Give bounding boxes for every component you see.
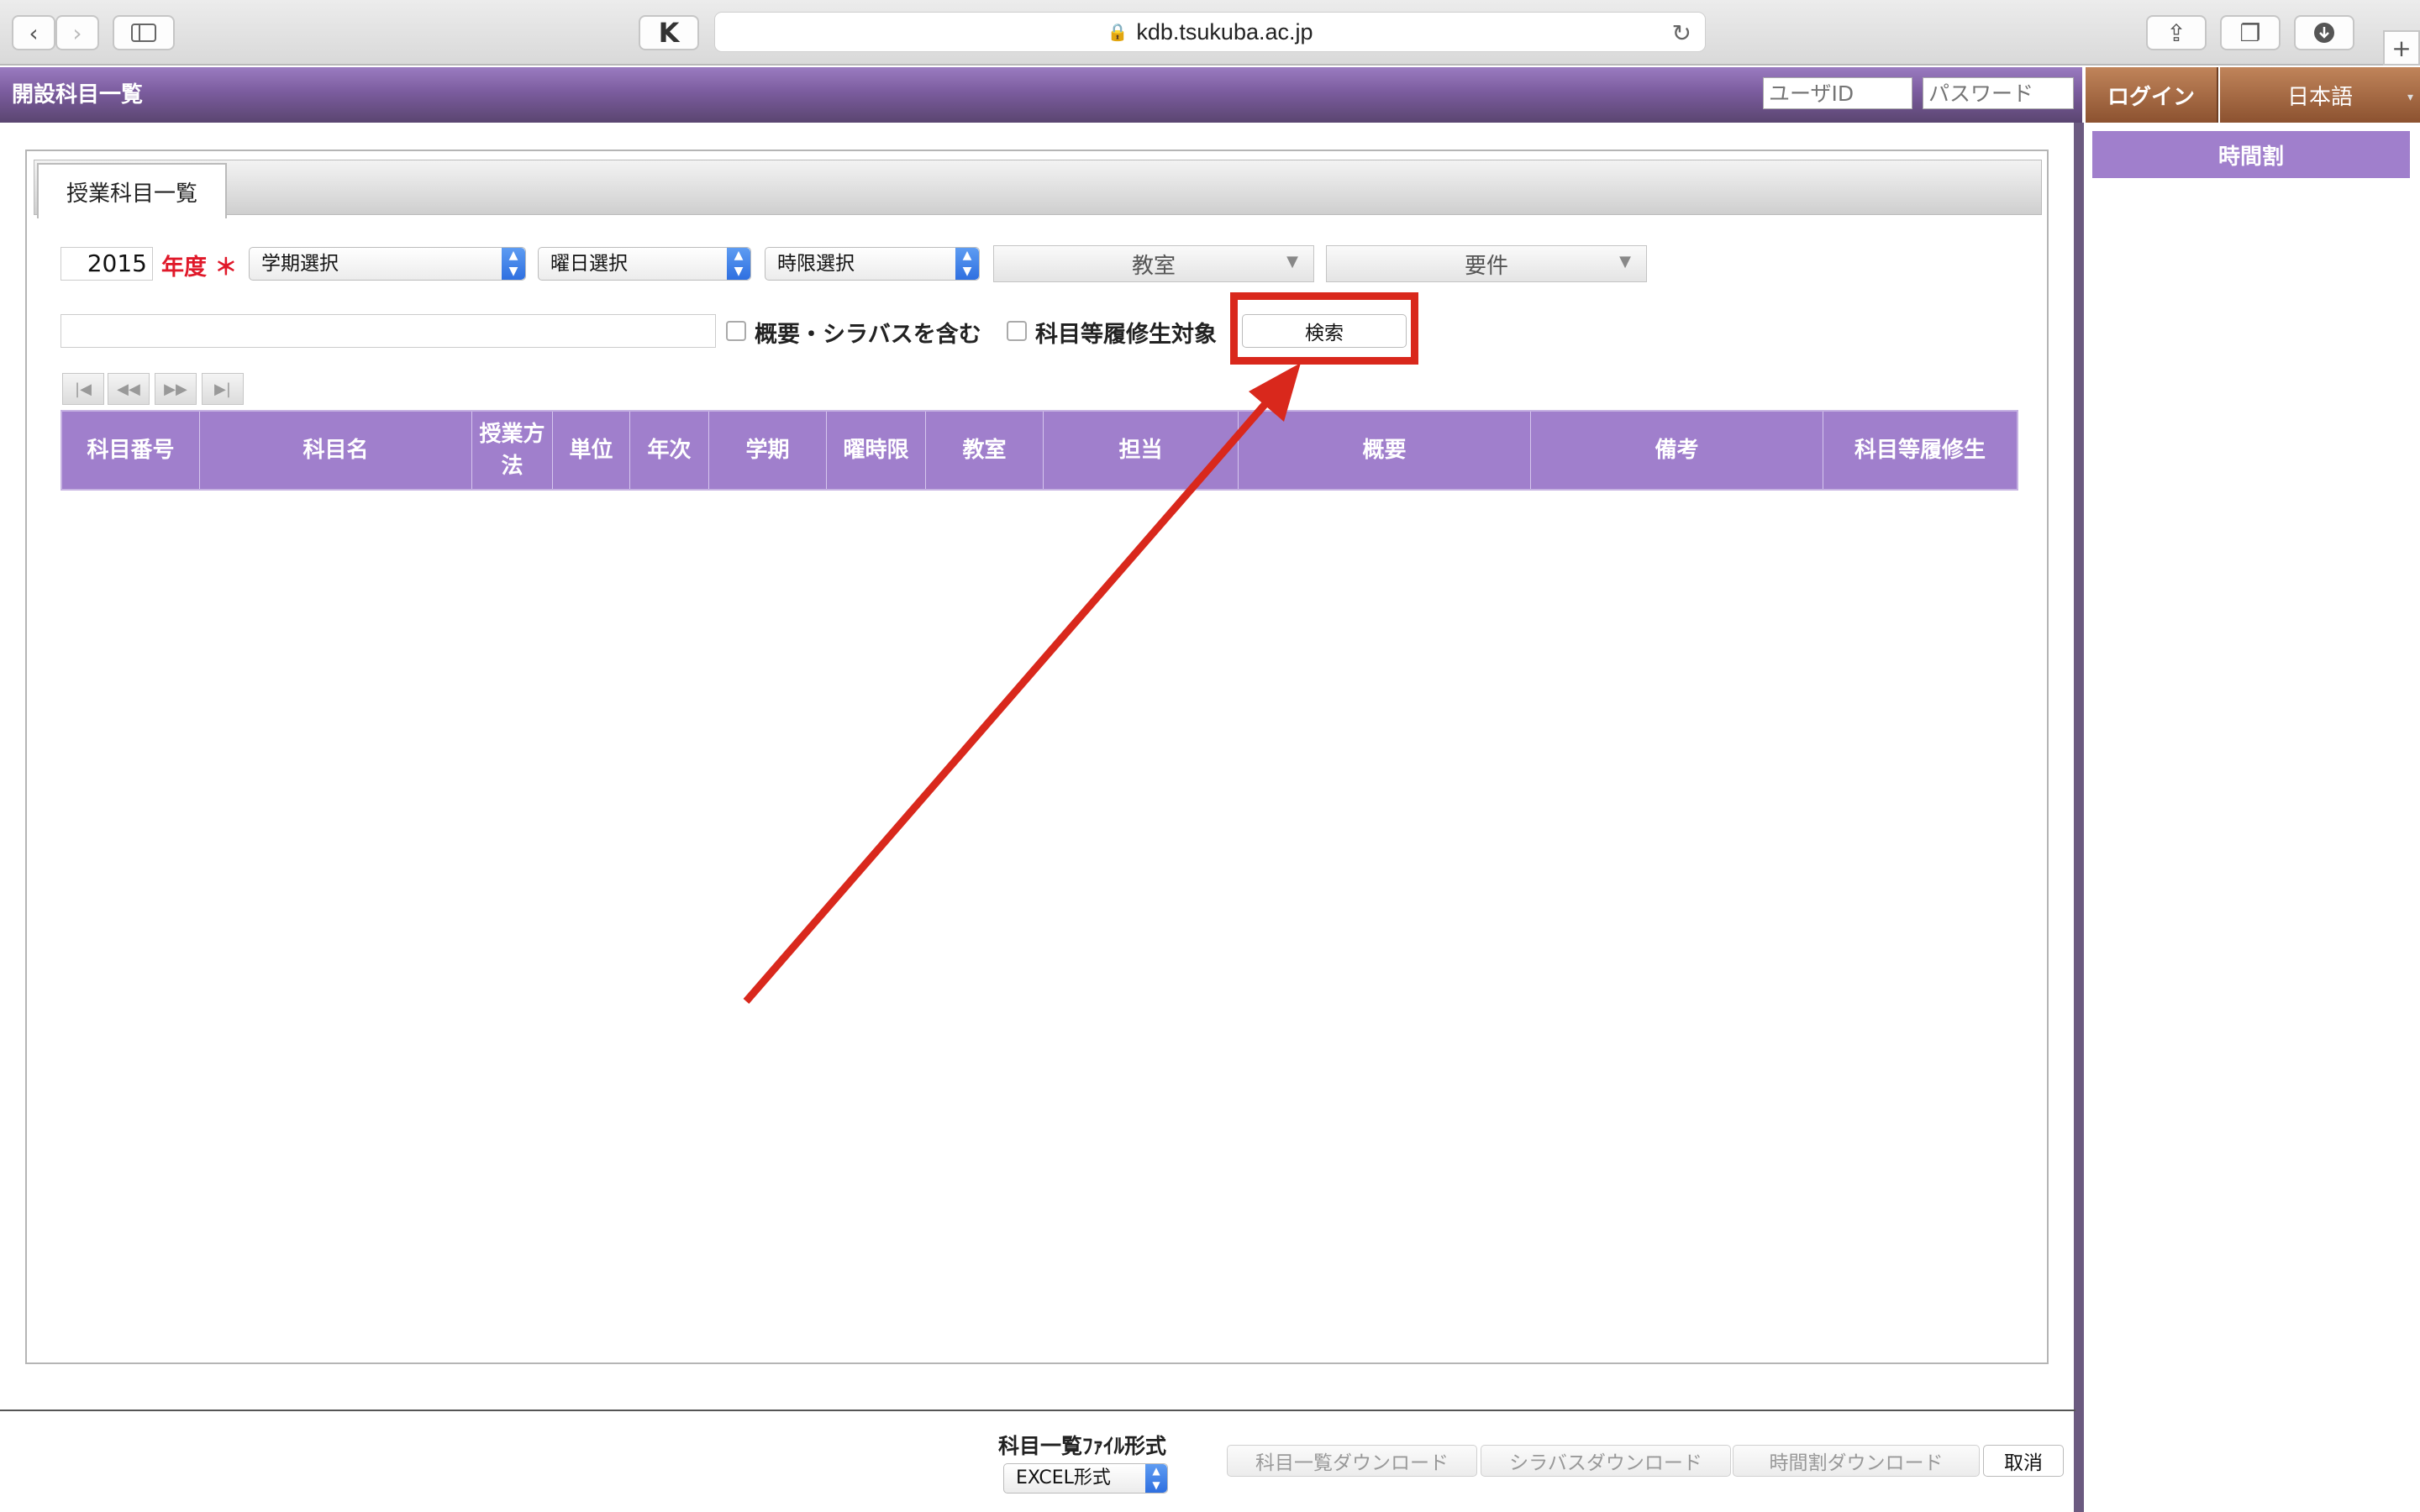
requirement-dropdown[interactable]: 要件 ▼	[1326, 245, 1647, 282]
sidebar-toggle-icon[interactable]	[113, 15, 175, 50]
chevron-down-icon: ▼	[1286, 253, 1298, 270]
year-label: 年度 ＊	[161, 255, 238, 281]
language-select[interactable]: 日本語 ▾	[2220, 67, 2420, 123]
annotation-highlight-box	[1230, 292, 1418, 365]
classroom-dropdown-label: 教室	[1131, 253, 1176, 279]
address-bar[interactable]: 🔒 kdb.tsukuba.ac.jp ↻	[714, 12, 1706, 52]
column-header[interactable]: 科目番号	[62, 412, 200, 489]
panel-divider[interactable]	[2074, 123, 2084, 1512]
select-spinner-icon: ▲ ▼	[502, 248, 525, 280]
column-header[interactable]: 教室	[926, 412, 1044, 489]
timetable-download-button[interactable]: 時間割ダウンロード	[1733, 1445, 1980, 1477]
tab-course-list[interactable]: 授業科目一覧	[37, 163, 227, 218]
file-format-select[interactable]: EXCEL形式 ▲ ▼	[1003, 1463, 1168, 1494]
lock-icon: 🔒	[1107, 23, 1128, 42]
select-spinner-icon: ▲ ▼	[1145, 1464, 1167, 1493]
browser-toolbar: ‹ › K 🔒 kdb.tsukuba.ac.jp ↻ ⇪ ❐ +	[0, 0, 2420, 66]
footer-divider	[0, 1410, 2075, 1411]
new-tab-icon[interactable]: +	[2383, 30, 2420, 66]
prev-page-button[interactable]: ◀◀	[108, 373, 150, 405]
first-page-button[interactable]: |◀	[62, 373, 104, 405]
login-button[interactable]: ログイン	[2086, 67, 2218, 123]
include-syllabus-label: 概要・シラバスを含む	[755, 322, 981, 348]
list-download-button[interactable]: 科目一覧ダウンロード	[1227, 1445, 1477, 1477]
credit-target-checkbox[interactable]	[1007, 321, 1027, 341]
column-header[interactable]: 概要	[1239, 412, 1531, 489]
column-header[interactable]: 授業方法	[472, 412, 553, 489]
right-panel	[2084, 123, 2420, 1512]
column-header[interactable]: 年次	[630, 412, 709, 489]
column-header[interactable]: 単位	[553, 412, 630, 489]
language-label: 日本語	[2286, 84, 2353, 110]
file-format-label: 科目一覧ﾌｧｲﾙ形式	[998, 1434, 1167, 1458]
syllabus-download-button[interactable]: シラバスダウンロード	[1481, 1445, 1731, 1477]
column-header[interactable]: 学期	[709, 412, 827, 489]
include-syllabus-checkbox[interactable]	[726, 321, 746, 341]
downloads-icon[interactable]	[2294, 15, 2354, 50]
userid-input[interactable]	[1763, 77, 1912, 109]
timetable-button[interactable]: 時間割	[2092, 131, 2410, 178]
select-spinner-icon: ▲ ▼	[727, 248, 750, 280]
password-input[interactable]	[1923, 77, 2074, 109]
file-format-value: EXCEL形式	[1016, 1467, 1111, 1488]
share-icon[interactable]: ⇪	[2146, 15, 2207, 50]
tab-strip	[34, 160, 2042, 215]
last-page-button[interactable]: ▶|	[202, 373, 244, 405]
page-title: 開設科目一覧	[12, 82, 144, 108]
column-header[interactable]: 担当	[1044, 412, 1239, 489]
chevron-down-icon: ▾	[2407, 91, 2413, 104]
course-table-header: 科目番号 科目名 授業方法 単位 年次 学期 曜時限 教室 担当 概要 備考 科…	[60, 410, 2018, 491]
year-field[interactable]: 2015	[60, 247, 153, 281]
requirement-dropdown-label: 要件	[1464, 253, 1508, 279]
column-header[interactable]: 科目等履修生	[1823, 412, 2017, 489]
forward-icon[interactable]: ›	[55, 15, 99, 50]
classroom-dropdown[interactable]: 教室 ▼	[993, 245, 1314, 282]
url-text: kdb.tsukuba.ac.jp	[1136, 18, 1313, 45]
period-select[interactable]: 時限選択 ▲ ▼	[765, 247, 980, 281]
day-select[interactable]: 曜日選択 ▲ ▼	[538, 247, 751, 281]
site-favicon-icon[interactable]: K	[639, 15, 699, 50]
cancel-button[interactable]: 取消	[1983, 1445, 2064, 1477]
select-spinner-icon: ▲ ▼	[955, 248, 979, 280]
term-select[interactable]: 学期選択 ▲ ▼	[249, 247, 526, 281]
period-select-value: 時限選択	[777, 253, 855, 275]
back-icon[interactable]: ‹	[12, 15, 55, 50]
tabs-overview-icon[interactable]: ❐	[2220, 15, 2281, 50]
column-header[interactable]: 備考	[1531, 412, 1823, 489]
day-select-value: 曜日選択	[550, 253, 628, 275]
credit-target-label: 科目等履修生対象	[1035, 322, 1217, 348]
column-header[interactable]: 曜時限	[827, 412, 926, 489]
term-select-value: 学期選択	[261, 253, 339, 275]
chevron-down-icon: ▼	[1619, 253, 1631, 270]
keyword-input[interactable]	[60, 314, 716, 348]
next-page-button[interactable]: ▶▶	[155, 373, 197, 405]
reload-icon[interactable]: ↻	[1672, 19, 1691, 47]
column-header[interactable]: 科目名	[200, 412, 472, 489]
